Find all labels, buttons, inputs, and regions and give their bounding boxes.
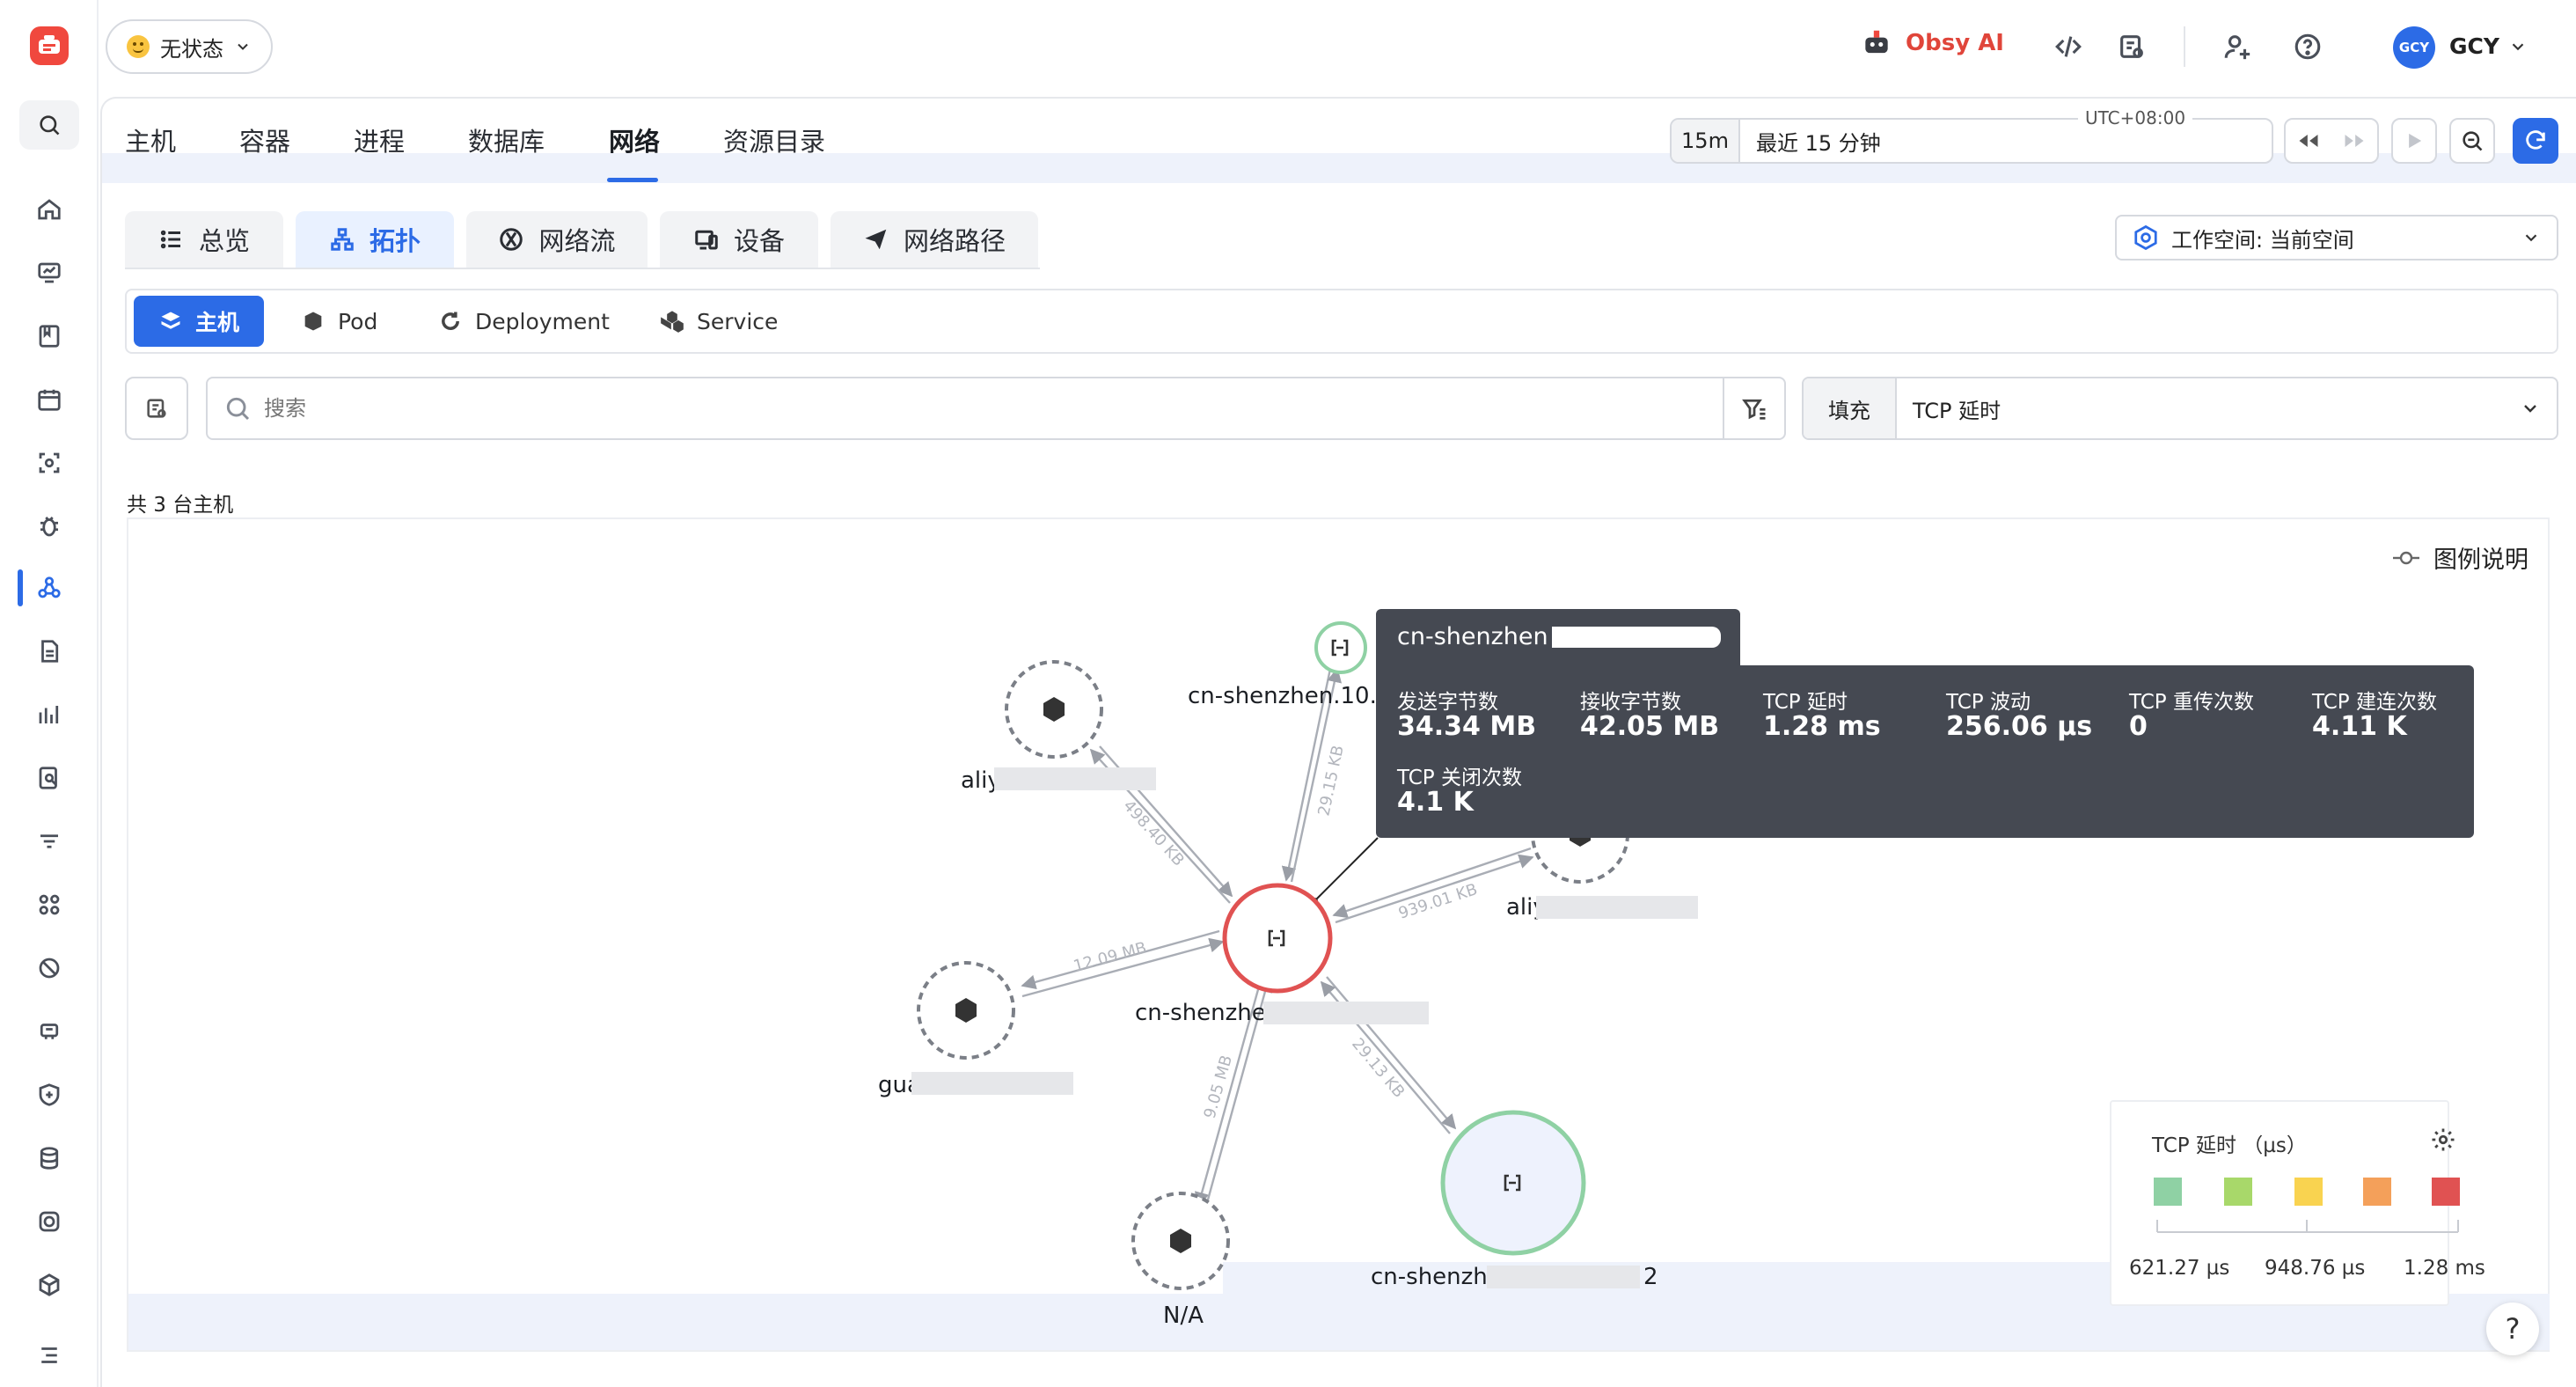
- gear-icon: [2432, 1128, 2455, 1151]
- tooltip-label-sent: 发送字节数: [1397, 691, 1498, 714]
- redaction-tooltip-title: [1552, 627, 1721, 648]
- tooltip-value-tcp-established: 4.11 K: [2312, 711, 2407, 742]
- node-aliyun-left[interactable]: [1005, 660, 1103, 759]
- redaction-bottom-big: [1487, 1266, 1640, 1288]
- tooltip-label-tcp-latency: TCP 延时: [1763, 691, 1848, 714]
- legend-tick-min: 621.27 µs: [2129, 1257, 2230, 1280]
- legend-title: TCP 延时 （µs）: [2152, 1134, 2307, 1157]
- node-label-center: cn-shenzhe: [1135, 1000, 1266, 1026]
- node-bottom-big[interactable]: [1440, 1110, 1586, 1256]
- legend-swatch-4: [2363, 1178, 2391, 1206]
- edge-label-aliyun-right: 939.01 KB: [1396, 880, 1480, 923]
- tooltip-value-tcp-closed: 4.1 K: [1397, 787, 1474, 818]
- tooltip-title: cn-shenzhen: [1397, 623, 1548, 650]
- node-na[interactable]: [1131, 1192, 1230, 1290]
- node-label-top-small: cn-shenzhen.10.2: [1188, 683, 1392, 709]
- redaction-center: [1263, 1002, 1429, 1024]
- tooltip-label-tcp-closed: TCP 关闭次数: [1397, 767, 1522, 789]
- node-center[interactable]: [1222, 883, 1333, 994]
- node-label-na: N/A: [1163, 1303, 1204, 1329]
- redaction-guangzhou: [911, 1072, 1073, 1095]
- legend-swatch-2: [2224, 1178, 2252, 1206]
- node-label-bottom-big-suffix: 2: [1643, 1264, 1658, 1290]
- tooltip-panel: 发送字节数 34.34 MB 接收字节数 42.05 MB TCP 延时 1.2…: [1376, 665, 2474, 838]
- tooltip-label-tcp-established: TCP 建连次数: [2312, 691, 2437, 714]
- legend-scale-axis: [2156, 1220, 2459, 1233]
- node-label-bottom-big: cn-shenzh: [1371, 1264, 1488, 1290]
- tooltip-value-tcp-retrans: 0: [2129, 711, 2148, 742]
- tooltip-label-received: 接收字节数: [1580, 691, 1681, 714]
- tooltip-pointer-line: [1314, 837, 1379, 902]
- tooltip-value-tcp-latency: 1.28 ms: [1763, 711, 1881, 742]
- tooltip-label-tcp-retrans: TCP 重传次数: [2129, 691, 2254, 714]
- legend-tick-mid: 948.76 µs: [2265, 1257, 2366, 1280]
- redaction-aliyun-left: [994, 767, 1156, 790]
- tooltip-label-tcp-jitter: TCP 波动: [1946, 691, 2031, 714]
- edge-label-big: 29.13 KB: [1348, 1035, 1408, 1102]
- tooltip-value-received: 42.05 MB: [1580, 711, 1720, 742]
- tooltip-value-tcp-jitter: 256.06 µs: [1946, 711, 2093, 742]
- legend-tick-max: 1.28 ms: [2404, 1257, 2485, 1280]
- edge-center-to-big[interactable]: [1326, 976, 1457, 1130]
- tooltip-header: cn-shenzhen: [1376, 609, 1740, 665]
- floating-help-button[interactable]: ?: [2486, 1303, 2539, 1355]
- node-top-small[interactable]: [1314, 621, 1367, 674]
- tooltip-value-sent: 34.34 MB: [1397, 711, 1537, 742]
- legend-swatch-1: [2154, 1178, 2182, 1206]
- node-guangzhou[interactable]: [917, 961, 1015, 1060]
- redaction-aliyun-right: [1536, 896, 1698, 919]
- legend-swatch-5: [2432, 1178, 2460, 1206]
- edge-label-gua: 12.09 MB: [1072, 939, 1149, 976]
- legend-swatch-3: [2294, 1178, 2323, 1206]
- legend-settings-button[interactable]: [2430, 1126, 2456, 1156]
